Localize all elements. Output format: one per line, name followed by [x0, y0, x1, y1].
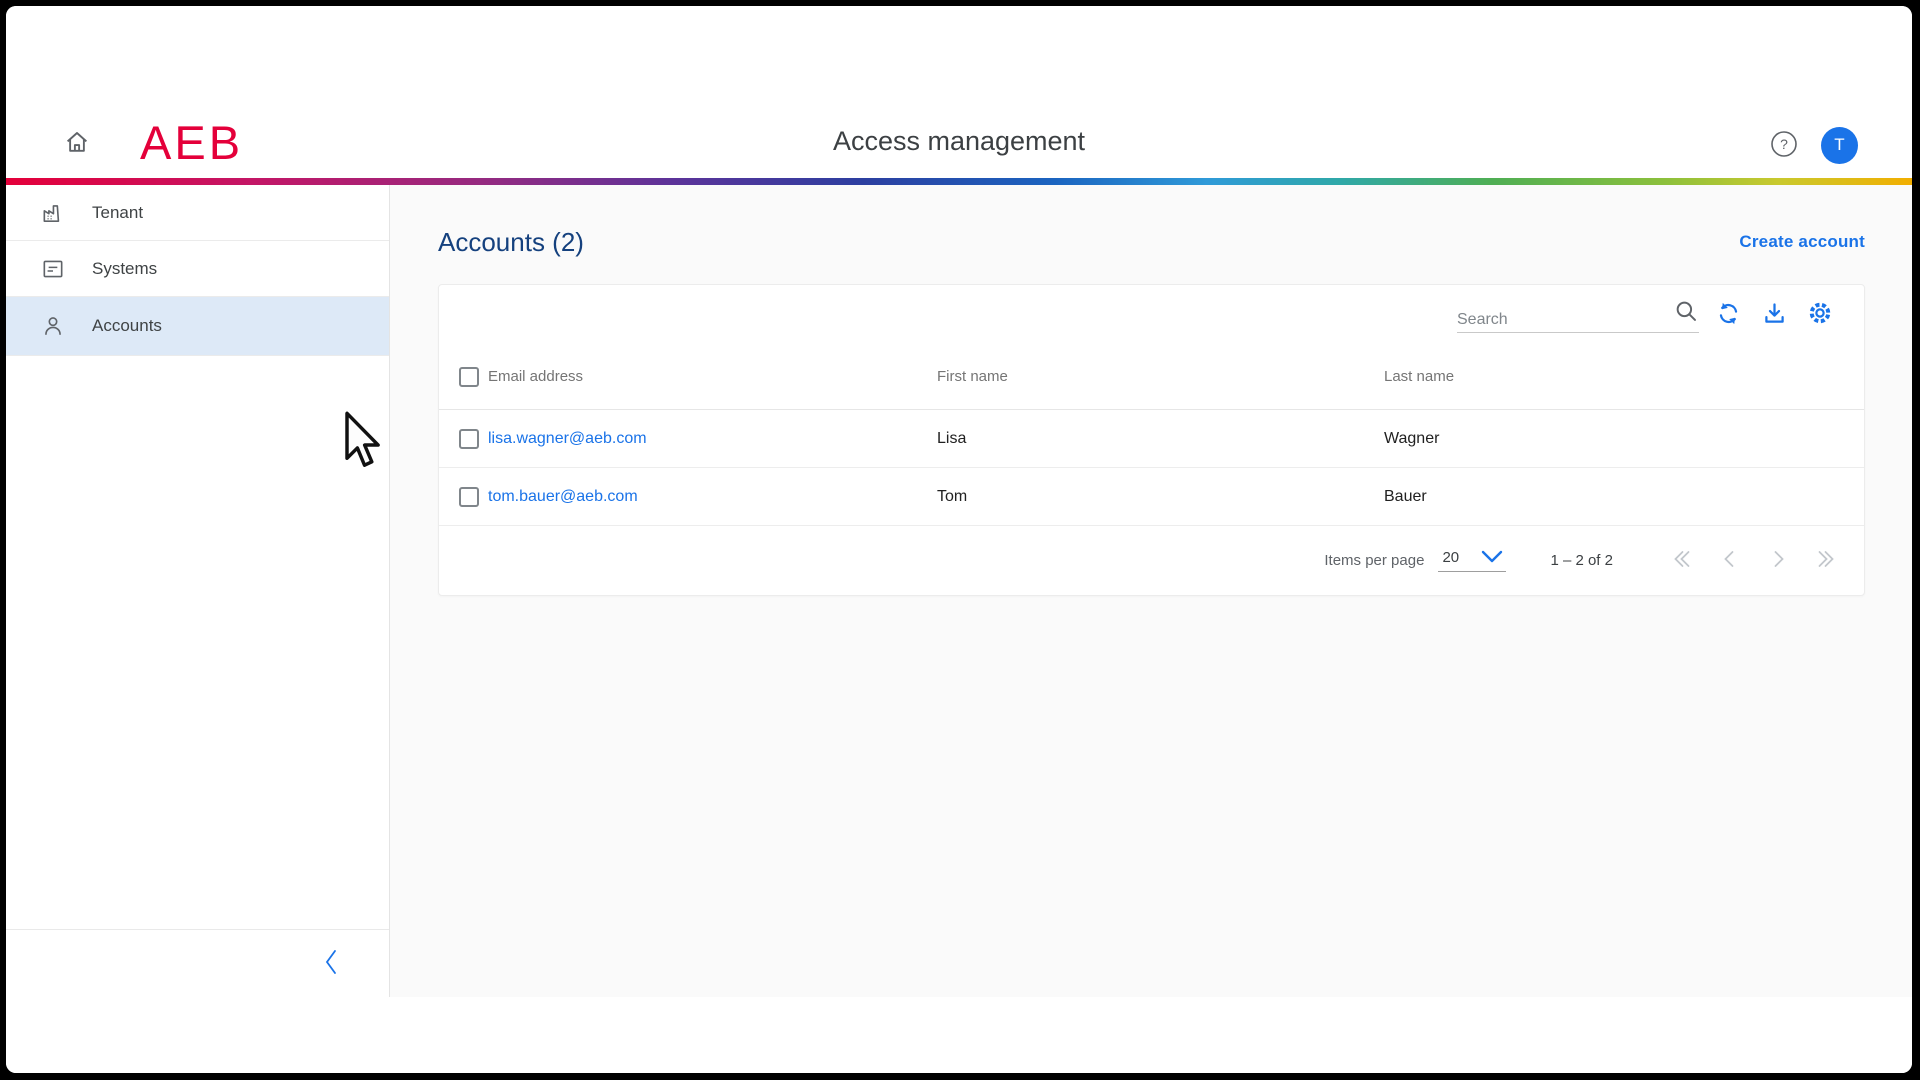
previous-page-button[interactable]	[1713, 544, 1746, 577]
sidebar-item-systems[interactable]: Systems	[6, 241, 389, 297]
search-input[interactable]	[1457, 311, 1657, 329]
systems-icon	[40, 256, 66, 282]
download-button[interactable]	[1760, 301, 1788, 329]
account-email-link[interactable]: lisa.wagner@aeb.com	[488, 430, 937, 448]
accounts-heading: Accounts (2)	[438, 227, 584, 258]
column-header-email: Email address	[488, 368, 937, 385]
account-first-name: Lisa	[937, 430, 1384, 448]
create-account-button[interactable]: Create account	[1739, 232, 1865, 252]
accounts-table-card: Email address First name Last name lisa.…	[438, 284, 1865, 596]
main-panel: Accounts (2) Create account	[390, 185, 1912, 997]
gear-icon	[1806, 299, 1834, 330]
person-icon	[40, 313, 66, 339]
avatar[interactable]: T	[1821, 127, 1858, 164]
last-page-icon	[1814, 547, 1838, 574]
help-button[interactable]: ?	[1770, 131, 1798, 159]
page-head: Accounts (2) Create account	[438, 225, 1865, 259]
help-icon: ?	[1770, 130, 1798, 161]
first-page-icon	[1670, 547, 1694, 574]
download-icon	[1761, 300, 1788, 330]
factory-icon	[40, 200, 66, 226]
items-per-page-value: 20	[1442, 549, 1459, 566]
account-last-name: Bauer	[1384, 488, 1864, 506]
content-area: Tenant Systems	[6, 185, 1912, 997]
table-row[interactable]: lisa.wagner@aeb.com Lisa Wagner	[439, 410, 1864, 468]
account-last-name: Wagner	[1384, 430, 1864, 448]
last-page-button[interactable]	[1809, 544, 1842, 577]
pagination-controls	[1665, 544, 1842, 577]
next-page-button[interactable]	[1761, 544, 1794, 577]
items-per-page-label: Items per page	[1324, 552, 1424, 569]
next-page-icon	[1766, 547, 1790, 574]
account-first-name: Tom	[937, 488, 1384, 506]
column-header-last-name: Last name	[1384, 368, 1864, 385]
search-icon[interactable]	[1673, 298, 1699, 329]
sidebar-footer	[6, 929, 389, 997]
sidebar-item-label: Systems	[92, 259, 157, 279]
sidebar-item-label: Tenant	[92, 203, 143, 223]
previous-page-icon	[1718, 547, 1742, 574]
first-page-button[interactable]	[1665, 544, 1698, 577]
settings-button[interactable]	[1806, 301, 1834, 329]
desktop-background: AEB Access management ? T	[0, 0, 1920, 1080]
pagination-range: 1 – 2 of 2	[1550, 552, 1613, 569]
brand-gradient-bar	[6, 178, 1912, 185]
table-row[interactable]: tom.bauer@aeb.com Tom Bauer	[439, 468, 1864, 526]
column-header-first-name: First name	[937, 368, 1384, 385]
sidebar-spacer	[6, 356, 389, 929]
search-field	[1457, 297, 1699, 333]
table-header-row: Email address First name Last name	[439, 344, 1864, 410]
row-checkbox[interactable]	[459, 487, 479, 507]
items-per-page-select[interactable]: 20	[1438, 549, 1506, 572]
chevron-down-icon	[1480, 550, 1504, 566]
sidebar-collapse-button[interactable]	[313, 946, 349, 982]
account-email-link[interactable]: tom.bauer@aeb.com	[488, 488, 937, 506]
sidebar: Tenant Systems	[6, 185, 390, 997]
refresh-button[interactable]	[1714, 301, 1742, 329]
sidebar-item-label: Accounts	[92, 316, 162, 336]
svg-text:?: ?	[1780, 136, 1788, 152]
app-window: AEB Access management ? T	[6, 6, 1912, 1073]
header-actions: ? T	[1770, 124, 1858, 166]
select-all-checkbox[interactable]	[459, 367, 479, 387]
sidebar-item-tenant[interactable]: Tenant	[6, 185, 389, 241]
app-header: AEB Access management ? T	[6, 6, 1912, 178]
sidebar-item-accounts[interactable]: Accounts	[6, 297, 389, 356]
chevron-left-icon	[324, 948, 338, 979]
page-title: Access management	[6, 126, 1912, 157]
window-bottom-strip	[6, 997, 1912, 1073]
refresh-icon	[1715, 300, 1742, 330]
pagination-bar: Items per page 20 1 – 2 of 2	[439, 526, 1864, 595]
table-toolbar	[439, 285, 1864, 344]
row-checkbox[interactable]	[459, 429, 479, 449]
